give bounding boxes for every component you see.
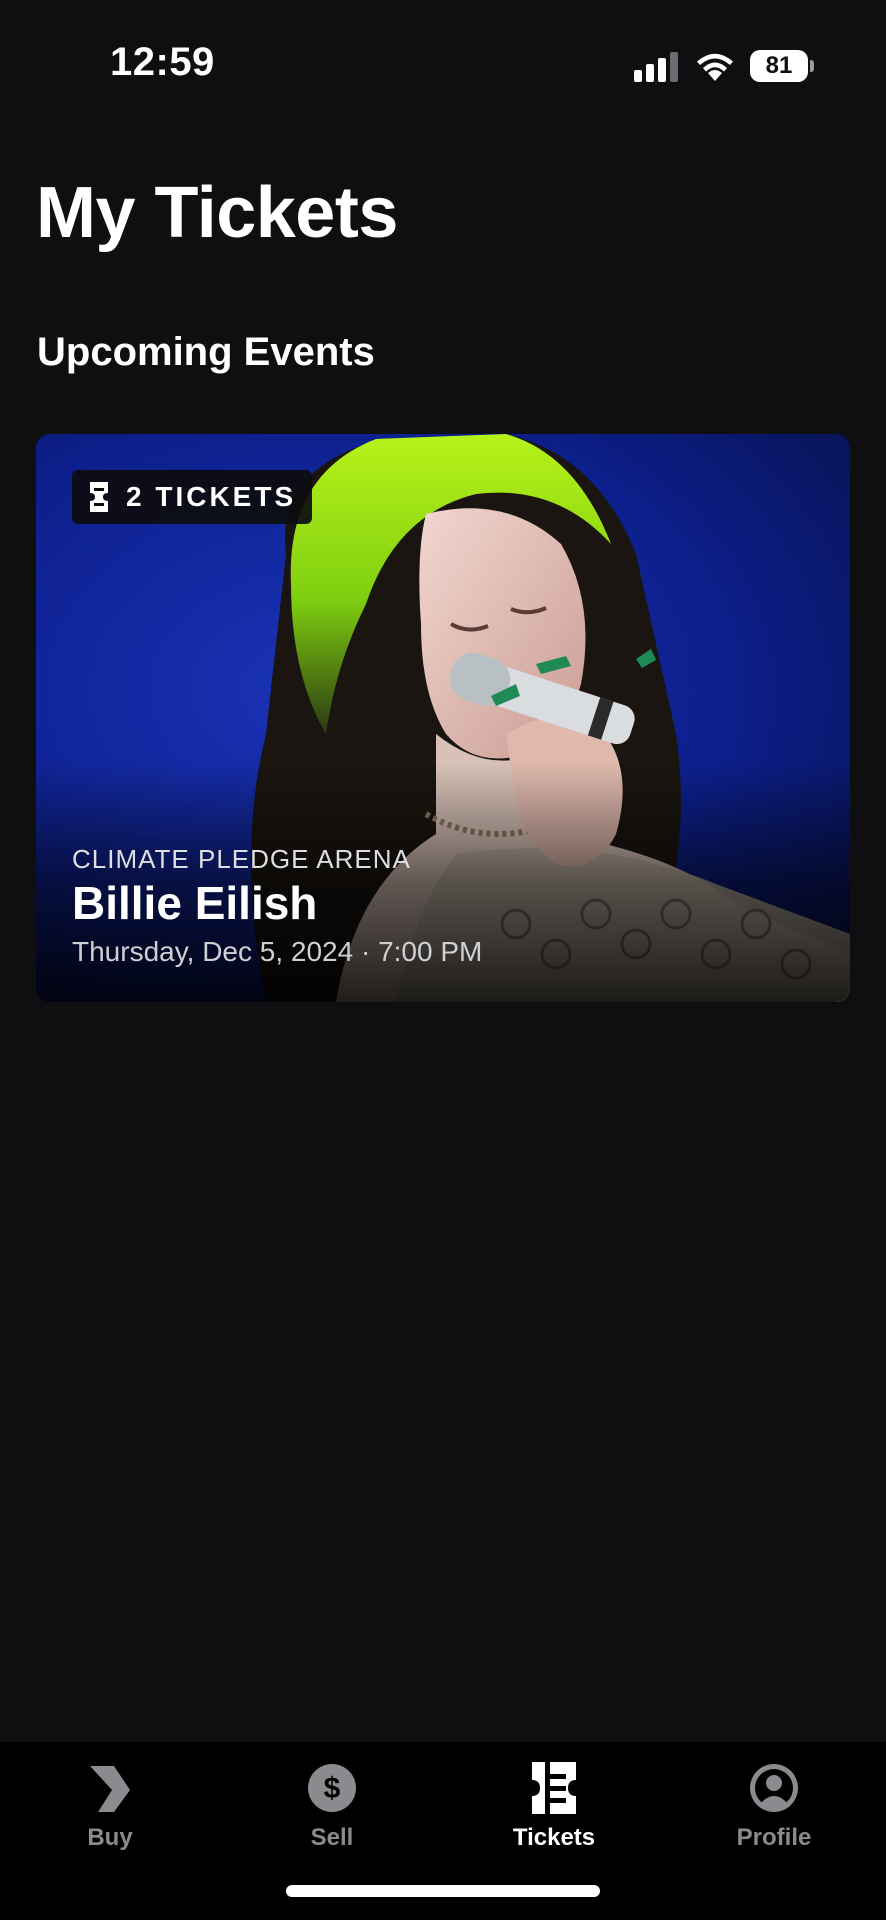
tab-sell[interactable]: $ Sell	[252, 1756, 412, 1866]
ticket-icon	[532, 1762, 576, 1814]
buy-icon	[90, 1766, 130, 1812]
event-artist: Billie Eilish	[72, 877, 318, 929]
tab-label-profile: Profile	[736, 1824, 812, 1851]
my-tickets-screen: 12:59 81 My Tickets Upcoming Events 2 TI…	[0, 0, 886, 1920]
svg-text:$: $	[324, 1772, 341, 1805]
ticket-count-label: 2 TICKETS	[126, 481, 297, 512]
tab-tickets[interactable]: Tickets	[474, 1756, 634, 1866]
status-bar: 12:59 81	[0, 0, 886, 130]
page-title: My Tickets	[36, 173, 398, 253]
section-title-upcoming-events: Upcoming Events	[37, 330, 375, 374]
tab-label-sell: Sell	[310, 1824, 354, 1851]
wifi-icon	[697, 53, 733, 81]
cellular-signal-icon	[634, 52, 680, 82]
battery-level: 81	[765, 52, 793, 79]
tab-buy[interactable]: Buy	[30, 1756, 190, 1866]
battery-nub	[810, 60, 814, 72]
tab-label-buy: Buy	[87, 1824, 133, 1851]
event-venue: CLIMATE PLEDGE ARENA	[72, 844, 411, 874]
event-card[interactable]: 2 TICKETS CLIMATE PLEDGE ARENA Billie Ei…	[36, 434, 850, 1002]
tab-label-tickets: Tickets	[512, 1824, 596, 1851]
tab-profile[interactable]: Profile	[694, 1756, 854, 1866]
event-date-time: Thursday, Dec 5, 2024 · 7:00 PM	[72, 936, 483, 967]
ticket-icon	[90, 482, 108, 512]
profile-icon	[750, 1764, 798, 1812]
ticket-count-badge: 2 TICKETS	[72, 470, 313, 524]
home-indicator[interactable]	[286, 1885, 600, 1897]
dollar-icon: $	[308, 1764, 356, 1812]
status-time: 12:59	[110, 40, 215, 84]
battery-icon: 81	[750, 50, 808, 82]
